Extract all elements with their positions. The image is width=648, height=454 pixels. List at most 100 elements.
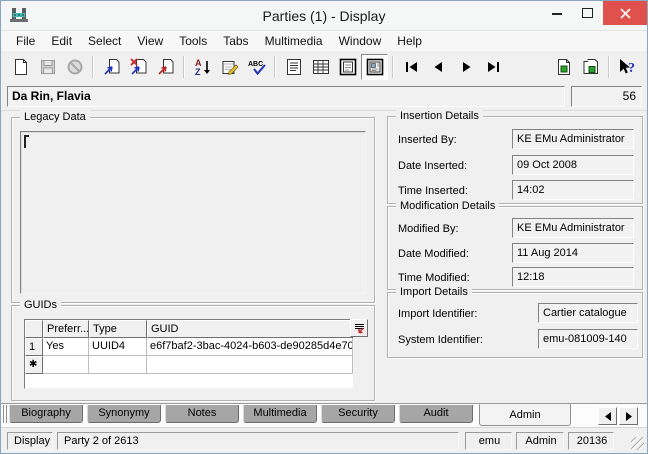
close-icon bbox=[620, 8, 631, 19]
list-view-button[interactable] bbox=[280, 54, 307, 80]
tab-scroll-left-button[interactable] bbox=[598, 407, 617, 425]
edit-button[interactable] bbox=[216, 54, 243, 80]
record-count-field: 56 bbox=[571, 86, 642, 107]
menu-help[interactable]: Help bbox=[389, 32, 430, 50]
tab-multimedia[interactable]: Multimedia bbox=[243, 405, 317, 423]
discard-button[interactable] bbox=[152, 54, 179, 80]
tab-synonymy[interactable]: Synonymy bbox=[87, 405, 161, 423]
menu-edit[interactable]: Edit bbox=[43, 32, 80, 50]
page-green-square-button[interactable] bbox=[550, 54, 577, 80]
insertion-details-group: Insertion Details Inserted By: KE EMu Ad… bbox=[387, 116, 643, 204]
status-user: Admin bbox=[516, 432, 564, 450]
guid-column-header[interactable]: GUID bbox=[147, 320, 353, 338]
replace-all-button[interactable] bbox=[125, 54, 152, 80]
new-record-button[interactable] bbox=[7, 54, 34, 80]
row-number-header bbox=[25, 320, 43, 338]
previous-record-button[interactable] bbox=[425, 54, 452, 80]
guids-header-row: Preferr... Type GUID bbox=[25, 320, 353, 338]
save-button[interactable] bbox=[34, 54, 61, 80]
minimize-icon bbox=[552, 8, 562, 18]
discard-icon bbox=[156, 57, 176, 77]
menu-select[interactable]: Select bbox=[80, 32, 129, 50]
tab-strip: Biography Synonymy Notes Multimedia Secu… bbox=[1, 403, 647, 427]
time-inserted-label: Time Inserted: bbox=[398, 185, 468, 197]
type-column-header[interactable]: Type bbox=[89, 320, 147, 338]
menu-file[interactable]: File bbox=[8, 32, 43, 50]
svg-text:ABC: ABC bbox=[248, 61, 263, 68]
insertion-details-label: Insertion Details bbox=[396, 109, 483, 123]
replace-button[interactable] bbox=[98, 54, 125, 80]
grid-options-icon bbox=[353, 322, 366, 335]
menu-multimedia[interactable]: Multimedia bbox=[257, 32, 331, 50]
type-cell[interactable]: UUID4 bbox=[89, 338, 147, 356]
minimize-button[interactable] bbox=[541, 1, 572, 25]
arrow-right-icon bbox=[625, 412, 633, 421]
modified-by-label: Modified By: bbox=[398, 223, 459, 235]
page-green-square-icon bbox=[554, 57, 574, 77]
app-window: Parties (1) - Display File Edit Select V… bbox=[0, 0, 648, 454]
tab-security[interactable]: Security bbox=[321, 405, 395, 423]
sort-button[interactable]: A Z bbox=[189, 54, 216, 80]
text-caret bbox=[24, 135, 29, 148]
grid-options-button[interactable] bbox=[350, 319, 368, 337]
guid-cell[interactable]: e6f7baf2-3bac-4024-b603-de90285d4e70 bbox=[147, 338, 353, 356]
legacy-data-textarea[interactable] bbox=[20, 131, 366, 294]
status-mode: Display bbox=[7, 432, 53, 450]
tab-audit[interactable]: Audit bbox=[399, 405, 473, 423]
menu-tabs[interactable]: Tabs bbox=[215, 32, 256, 50]
svg-text:Z: Z bbox=[195, 67, 201, 77]
cancel-button[interactable] bbox=[61, 54, 88, 80]
guids-table[interactable]: Preferr... Type GUID 1 Yes UUID4 e6f7baf… bbox=[24, 319, 354, 389]
page-view-icon bbox=[338, 57, 358, 77]
preferred-cell[interactable]: Yes bbox=[43, 338, 89, 356]
menu-tools[interactable]: Tools bbox=[171, 32, 215, 50]
inserted-by-label: Inserted By: bbox=[398, 134, 457, 146]
last-record-button[interactable] bbox=[479, 54, 506, 80]
tab-strip-edge bbox=[3, 405, 7, 423]
table-row-new[interactable]: ✱ bbox=[25, 356, 353, 374]
menu-view[interactable]: View bbox=[129, 32, 171, 50]
status-bar: Display Party 2 of 2613 emu Admin 20136 bbox=[1, 427, 647, 453]
modification-details-label: Modification Details bbox=[396, 199, 499, 213]
system-identifier-label: System Identifier: bbox=[398, 334, 483, 346]
admin-tab-page: Legacy Data GUIDs Preferr... Type GUID 1… bbox=[1, 111, 647, 403]
tab-admin[interactable]: Admin bbox=[479, 404, 571, 426]
pages-green-square-button[interactable] bbox=[577, 54, 604, 80]
contact-view-button[interactable] bbox=[361, 54, 388, 80]
menu-window[interactable]: Window bbox=[331, 32, 390, 50]
last-record-icon bbox=[483, 57, 503, 77]
next-record-button[interactable] bbox=[452, 54, 479, 80]
grid-view-button[interactable] bbox=[307, 54, 334, 80]
edit-icon bbox=[220, 57, 240, 77]
maximize-button[interactable] bbox=[572, 1, 603, 25]
record-bar: Da Rin, Flavia 56 bbox=[1, 83, 647, 111]
preferred-cell[interactable] bbox=[43, 356, 89, 374]
save-icon bbox=[38, 57, 58, 77]
toolbar-separator bbox=[183, 56, 185, 78]
resize-grip[interactable] bbox=[631, 437, 644, 450]
tab-notes[interactable]: Notes bbox=[165, 405, 239, 423]
new-record-icon bbox=[11, 57, 31, 77]
preferred-column-header[interactable]: Preferr... bbox=[43, 320, 89, 338]
close-button[interactable] bbox=[603, 1, 647, 25]
window-controls bbox=[541, 1, 647, 25]
first-record-button[interactable] bbox=[398, 54, 425, 80]
menu-bar: File Edit Select View Tools Tabs Multime… bbox=[1, 30, 647, 51]
import-identifier-label: Import Identifier: bbox=[398, 308, 477, 320]
type-cell[interactable] bbox=[89, 356, 147, 374]
help-button[interactable]: ? bbox=[614, 54, 641, 80]
first-record-icon bbox=[402, 57, 422, 77]
emu-app-icon bbox=[8, 6, 30, 26]
cancel-icon bbox=[65, 57, 85, 77]
tab-biography[interactable]: Biography bbox=[9, 405, 83, 423]
guid-cell[interactable] bbox=[147, 356, 353, 374]
date-inserted-label: Date Inserted: bbox=[398, 160, 467, 172]
grid-view-icon bbox=[311, 57, 331, 77]
table-row[interactable]: 1 Yes UUID4 e6f7baf2-3bac-4024-b603-de90… bbox=[25, 338, 353, 356]
list-view-icon bbox=[284, 57, 304, 77]
date-modified-field: 11 Aug 2014 bbox=[512, 243, 634, 263]
page-view-button[interactable] bbox=[334, 54, 361, 80]
tab-scroll-right-button[interactable] bbox=[619, 407, 638, 425]
import-identifier-field: Cartier catalogue bbox=[538, 303, 638, 323]
spell-check-button[interactable]: ABC bbox=[243, 54, 270, 80]
